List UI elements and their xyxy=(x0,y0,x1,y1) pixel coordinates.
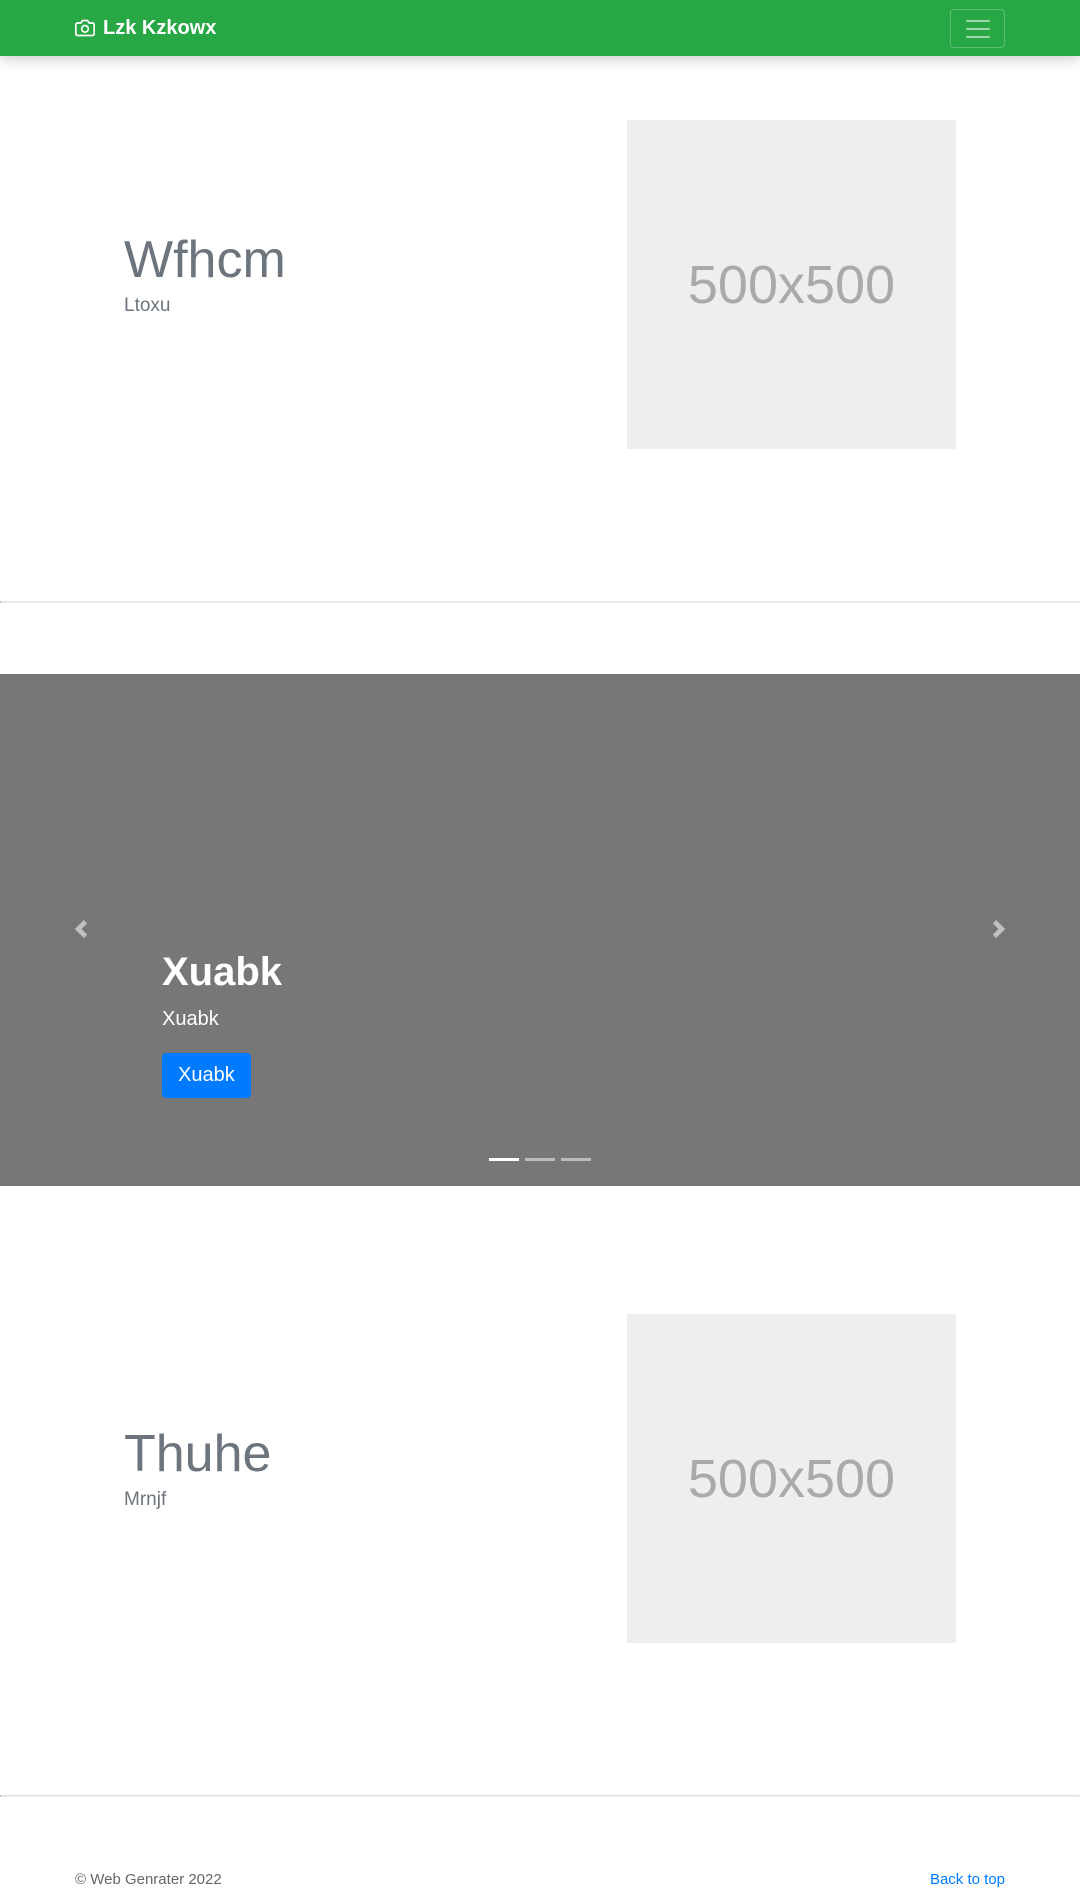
carousel: Xuabk Xuabk Xuabk xyxy=(0,674,1080,1186)
feature-text-1: Wfhcm Ltoxu xyxy=(124,229,286,317)
carousel-indicator-3[interactable] xyxy=(561,1158,591,1161)
feature-text-2: Thuhe Mrnjf xyxy=(124,1423,271,1511)
brand-link[interactable]: Lzk Kzkowx xyxy=(75,14,216,42)
carousel-next-button[interactable] xyxy=(954,879,1044,979)
feature-heading: Thuhe xyxy=(124,1425,272,1483)
chevron-right-icon xyxy=(992,920,1006,938)
carousel-indicator-2[interactable] xyxy=(525,1158,555,1161)
carousel-cta-button[interactable]: Xuabk xyxy=(162,1053,251,1098)
navbar: Lzk Kzkowx xyxy=(0,0,1080,56)
carousel-caption: Xuabk Xuabk Xuabk xyxy=(162,948,282,1098)
feature-subtext: Ltoxu xyxy=(124,295,171,317)
footer-copyright: © Web Genrater 2022 xyxy=(75,1871,222,1888)
section-divider xyxy=(0,601,1080,603)
feature-section-2: Thuhe Mrnjf 500x500 xyxy=(0,1186,1080,1788)
carousel-caption-text: Xuabk xyxy=(162,1008,219,1030)
carousel-prev-button[interactable] xyxy=(36,879,126,979)
chevron-left-icon xyxy=(74,920,88,938)
camera-icon xyxy=(75,19,95,37)
feature-heading: Wfhcm xyxy=(124,231,286,289)
placeholder-label: 500x500 xyxy=(687,254,896,315)
carousel-indicator-1[interactable] xyxy=(489,1158,519,1161)
hamburger-menu-icon xyxy=(965,19,990,38)
section-divider xyxy=(0,1795,1080,1797)
feature-subtext: Mrnjf xyxy=(124,1489,167,1511)
feature-section-1: Wfhcm Ltoxu 500x500 xyxy=(0,56,1080,594)
carousel-caption-title: Xuabk xyxy=(162,950,283,994)
feature-image-placeholder: 500x500 xyxy=(627,1314,956,1643)
back-to-top-link[interactable]: Back to top xyxy=(930,1870,1005,1890)
carousel-indicators xyxy=(489,1158,597,1161)
feature-image-placeholder: 500x500 xyxy=(627,120,956,449)
navbar-toggle-button[interactable] xyxy=(950,9,1005,48)
brand-name: Lzk Kzkowx xyxy=(103,16,217,39)
placeholder-label: 500x500 xyxy=(687,1448,896,1509)
